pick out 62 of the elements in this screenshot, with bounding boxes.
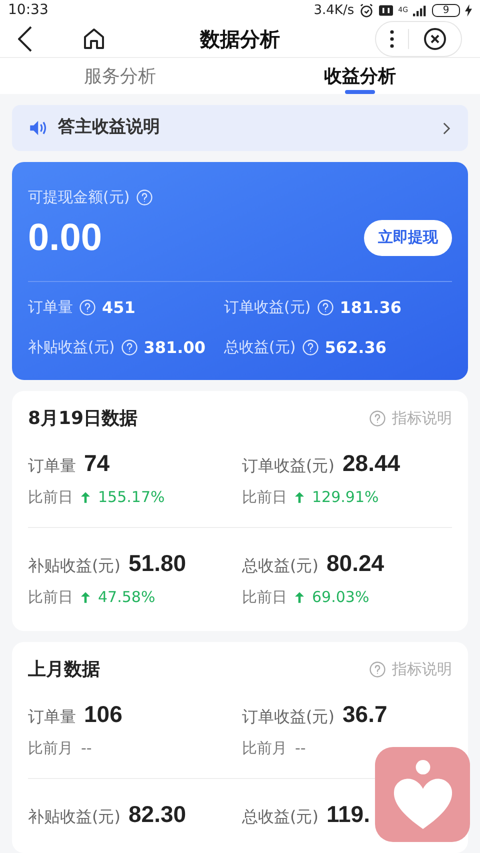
battery-icon: 9: [432, 4, 460, 17]
stat-label: 总收益(元): [224, 337, 296, 358]
compare-label: 比前月: [242, 738, 287, 759]
compare-label: 比前日: [242, 487, 287, 508]
stat-value: 451: [102, 296, 136, 318]
status-time: 10:33: [8, 1, 48, 20]
stat-label: 补贴收益(元): [28, 337, 115, 358]
metric-value: 28.44: [342, 448, 400, 478]
compare-label: 比前日: [242, 587, 287, 608]
chevron-right-icon: [443, 122, 450, 134]
metric-label: 补贴收益(元): [28, 554, 120, 576]
card-title: 上月数据: [28, 658, 100, 682]
help-icon[interactable]: [369, 660, 386, 678]
change-value: --: [295, 738, 306, 759]
metric-label: 订单量: [28, 706, 76, 728]
metric-label: 总收益(元): [242, 806, 318, 828]
stat-label: 订单量: [28, 297, 73, 318]
compare-label: 比前日: [28, 487, 73, 508]
balance-label: 可提现金额(元): [28, 187, 130, 208]
tab[interactable]: 收益分析: [240, 58, 480, 94]
metric-label: 订单量: [28, 454, 76, 476]
change-value: 129.91%: [312, 487, 379, 508]
withdraw-button[interactable]: 立即提现: [364, 220, 452, 256]
close-icon[interactable]: [423, 27, 447, 51]
change-value: 69.03%: [312, 587, 370, 608]
back-icon[interactable]: [18, 26, 32, 52]
metric-value: 106: [84, 700, 122, 728]
more-icon[interactable]: [390, 30, 394, 48]
speaker-icon: [30, 120, 48, 136]
signal-icon: [413, 4, 427, 16]
metric-value: 36.7: [342, 700, 388, 728]
stat-value: 181.36: [340, 296, 402, 318]
stat-value: 562.36: [324, 336, 386, 358]
stat-label: 订单收益(元): [224, 297, 311, 318]
compare-label: 比前月: [28, 738, 73, 759]
change-value: 47.58%: [98, 587, 156, 608]
home-icon[interactable]: [82, 27, 106, 51]
heart-icon: [392, 758, 454, 830]
metric-label: 订单收益(元): [242, 454, 334, 476]
metric-value: 80.24: [326, 548, 384, 578]
notice-bar[interactable]: 答主收益说明: [12, 105, 468, 151]
change-value: --: [81, 738, 92, 759]
metric-label: 总收益(元): [242, 554, 318, 576]
notice-text: 答主收益说明: [58, 116, 160, 140]
compare-label: 比前日: [28, 587, 73, 608]
balance-amount: 0.00: [28, 218, 102, 256]
metric-value: 82.30: [128, 800, 186, 828]
change-value: 155.17%: [98, 487, 165, 508]
alarm-icon: [359, 3, 374, 18]
metric-value: 119.: [326, 800, 370, 828]
floating-heart-button[interactable]: [375, 747, 470, 842]
help-icon[interactable]: [369, 410, 386, 426]
stat-value: 381.00: [144, 336, 206, 358]
network-speed: 3.4K/s: [314, 2, 354, 20]
metric-label: 订单收益(元): [242, 706, 334, 728]
page-title: 数据分析: [200, 26, 280, 53]
metric-label: 补贴收益(元): [28, 806, 120, 828]
metric-value: 51.80: [128, 548, 186, 578]
metric-value: 74: [84, 448, 110, 478]
tab[interactable]: 服务分析: [0, 58, 240, 94]
charging-icon: [465, 4, 472, 17]
card-title: 8月19日数据: [28, 406, 138, 430]
